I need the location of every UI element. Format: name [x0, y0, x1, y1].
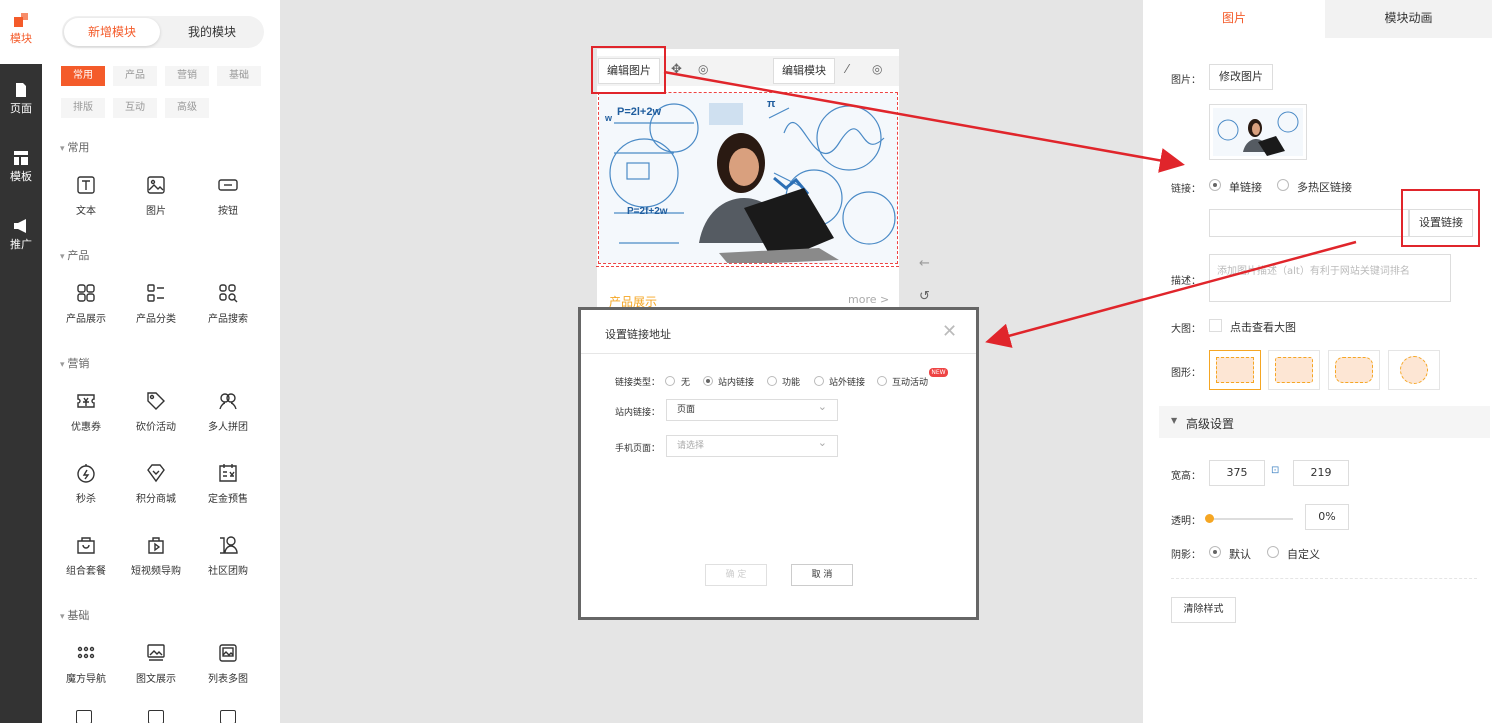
- annotation-arrow: [663, 70, 1185, 173]
- annotation-arrow: [985, 240, 1357, 348]
- annotation-arrows: [663, 70, 1357, 348]
